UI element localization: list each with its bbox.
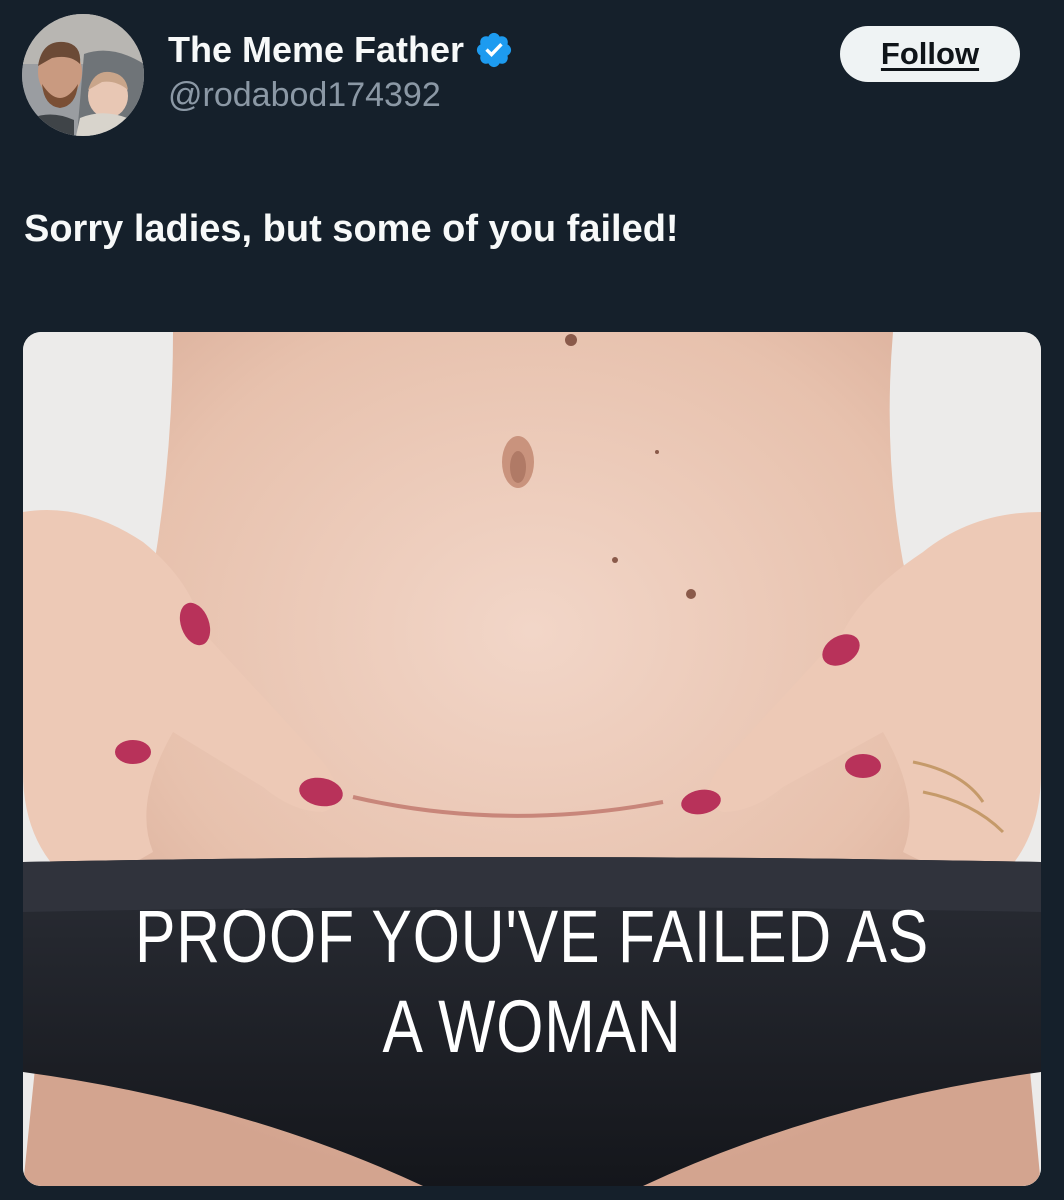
avatar[interactable] bbox=[22, 14, 144, 136]
meme-caption-line-1: PROOF YOU'VE FAILED AS bbox=[134, 895, 929, 978]
author-display-name[interactable]: The Meme Father bbox=[168, 29, 464, 71]
meme-caption-line-2: A WOMAN bbox=[382, 985, 682, 1068]
tweet-media-image[interactable]: PROOF YOU'VE FAILED AS A WOMAN bbox=[23, 332, 1041, 1186]
tweet: The Meme Father @rodabod174392 Follow So… bbox=[0, 0, 1064, 1200]
verified-badge-icon bbox=[474, 30, 514, 70]
avatar-photo-icon bbox=[22, 14, 144, 136]
tweet-header: The Meme Father @rodabod174392 Follow bbox=[22, 14, 1022, 136]
author-info: The Meme Father @rodabod174392 bbox=[168, 28, 514, 115]
meme-caption: PROOF YOU'VE FAILED AS A WOMAN bbox=[115, 892, 950, 1072]
author-handle[interactable]: @rodabod174392 bbox=[168, 76, 514, 115]
follow-button[interactable]: Follow bbox=[840, 26, 1020, 82]
tweet-text: Sorry ladies, but some of you failed! bbox=[24, 208, 679, 250]
author-name-row: The Meme Father bbox=[168, 28, 514, 72]
